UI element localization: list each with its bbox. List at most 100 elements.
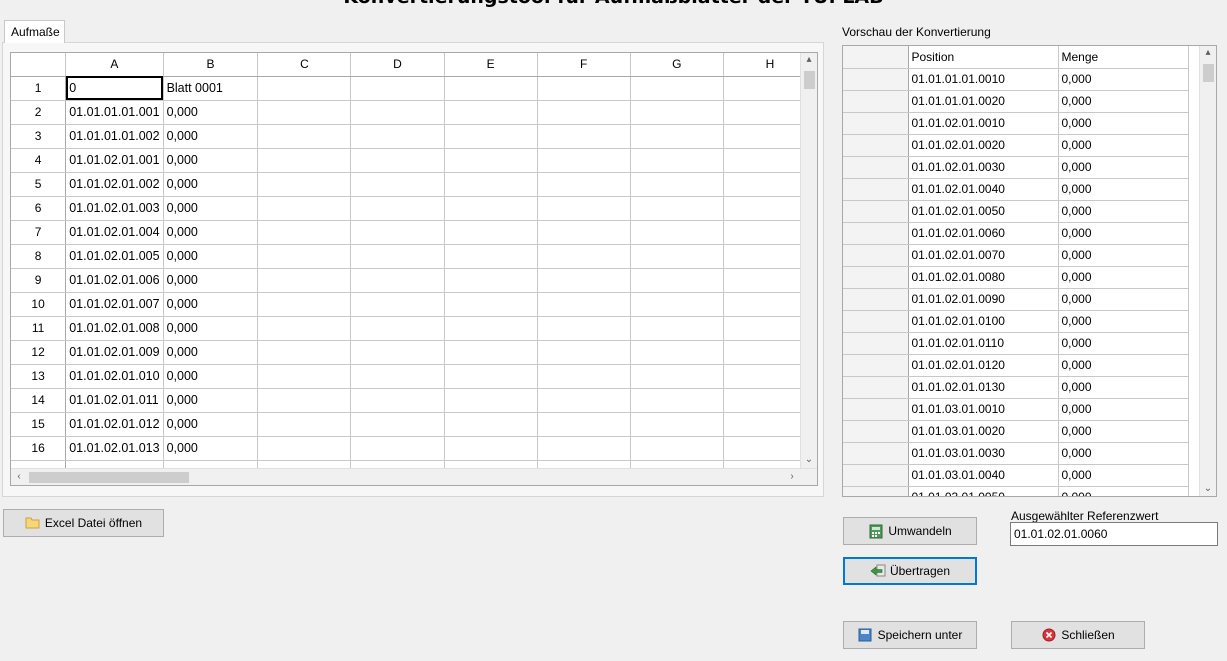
cell-menge[interactable]: 0,000 <box>1058 134 1189 157</box>
row-header[interactable] <box>843 112 909 135</box>
cell-empty[interactable] <box>537 124 631 149</box>
cell-b[interactable]: 0,000 <box>163 292 259 317</box>
cell-menge[interactable]: 0,000 <box>1058 288 1189 311</box>
corner-cell[interactable] <box>843 46 909 69</box>
cell-empty[interactable] <box>537 436 631 461</box>
cell-a[interactable]: 01.01.02.01.004 <box>65 220 164 245</box>
row-header[interactable] <box>843 266 909 289</box>
cell-b[interactable]: 0,000 <box>163 124 259 149</box>
cell-empty[interactable] <box>537 388 631 413</box>
row-header[interactable]: 1 <box>11 76 67 101</box>
column-header-g[interactable]: G <box>630 53 724 77</box>
cell-position[interactable]: 01.01.03.01.0040 <box>908 464 1059 487</box>
row-header[interactable] <box>843 156 909 179</box>
cell-empty[interactable] <box>350 220 445 245</box>
cell-empty[interactable] <box>444 436 538 461</box>
cell-b[interactable]: 0,000 <box>163 412 259 437</box>
cell-empty[interactable] <box>350 388 445 413</box>
cell-empty[interactable] <box>257 292 352 317</box>
cell-menge[interactable]: 0,000 <box>1058 442 1189 465</box>
row-header[interactable] <box>843 332 909 355</box>
cell-empty[interactable] <box>537 172 631 197</box>
open-excel-button[interactable]: Excel Datei öffnen <box>3 509 164 537</box>
row-header[interactable] <box>843 442 909 465</box>
cell-empty[interactable] <box>257 244 352 269</box>
corner-cell[interactable] <box>11 53 67 77</box>
cell-a[interactable]: 01.01.02.01.006 <box>65 268 164 293</box>
cell-a[interactable]: 01.01.02.01.005 <box>65 244 164 269</box>
table-row[interactable]: 01.01.03.01.0030 0,000 <box>843 442 1189 465</box>
cell-empty[interactable] <box>630 292 724 317</box>
cell-empty[interactable] <box>630 148 724 173</box>
cell-empty[interactable] <box>537 364 631 389</box>
spreadsheet-grid[interactable]: ABCDEFGH 1 0 Blatt 0001 2 01.01.01.01.001 0,0… <box>10 52 818 486</box>
cell-b[interactable]: 0,000 <box>163 100 259 125</box>
cell-menge[interactable]: 0,000 <box>1058 354 1189 377</box>
row-header[interactable]: 12 <box>11 340 67 365</box>
chevron-up-icon[interactable]: ▴ <box>1201 46 1215 60</box>
scroll-thumb[interactable] <box>1203 64 1214 82</box>
cell-b[interactable]: 0,000 <box>163 268 259 293</box>
cell-menge[interactable]: 0,000 <box>1058 112 1189 135</box>
reference-value-field[interactable] <box>1010 522 1218 546</box>
table-row[interactable]: 01.01.02.01.0010 0,000 <box>843 112 1189 135</box>
cell-position[interactable]: 01.01.03.01.0010 <box>908 398 1059 421</box>
cell-empty[interactable] <box>630 172 724 197</box>
cell-empty[interactable] <box>257 76 352 101</box>
cell-empty[interactable] <box>257 340 352 365</box>
cell-empty[interactable] <box>630 196 724 221</box>
cell-b[interactable]: 0,000 <box>163 436 259 461</box>
table-row[interactable]: 01.01.02.01.0080 0,000 <box>843 266 1189 289</box>
cell-empty[interactable] <box>630 76 724 101</box>
row-header[interactable]: 14 <box>11 388 67 413</box>
cell-position[interactable]: 01.01.02.01.0050 <box>908 200 1059 223</box>
cell-position[interactable]: 01.01.02.01.0040 <box>908 178 1059 201</box>
row-header[interactable] <box>843 376 909 399</box>
cell-menge[interactable]: 0,000 <box>1058 222 1189 245</box>
row-header[interactable] <box>843 134 909 157</box>
cell-empty[interactable] <box>630 412 724 437</box>
row-header[interactable]: 10 <box>11 292 67 317</box>
cell-a[interactable]: 01.01.02.01.007 <box>65 292 164 317</box>
cell-empty[interactable] <box>630 388 724 413</box>
cell-b[interactable]: 0,000 <box>163 244 259 269</box>
cell-a[interactable]: 01.01.02.01.001 <box>65 148 164 173</box>
row-header[interactable] <box>843 398 909 421</box>
cell-empty[interactable] <box>630 124 724 149</box>
table-row[interactable]: 01.01.03.01.0010 0,000 <box>843 398 1189 421</box>
cell-menge[interactable]: 0,000 <box>1058 90 1189 113</box>
preview-table[interactable]: Position Menge 01.01.01.01.0010 0,000 01.0… <box>842 45 1217 497</box>
row-header[interactable] <box>843 310 909 333</box>
cell-menge[interactable]: 0,000 <box>1058 156 1189 179</box>
cell-empty[interactable] <box>537 220 631 245</box>
cell-empty[interactable] <box>257 316 352 341</box>
cell-empty[interactable] <box>257 148 352 173</box>
row-header[interactable] <box>843 222 909 245</box>
row-header[interactable]: 6 <box>11 196 67 221</box>
table-row[interactable]: 01.01.02.01.0030 0,000 <box>843 156 1189 179</box>
cell-empty[interactable] <box>257 436 352 461</box>
cell-b[interactable]: 0,000 <box>163 172 259 197</box>
column-header-position[interactable]: Position <box>908 46 1059 69</box>
cell-a[interactable]: 01.01.02.01.002 <box>65 172 164 197</box>
cell-position[interactable]: 01.01.02.01.0080 <box>908 266 1059 289</box>
cell-empty[interactable] <box>537 292 631 317</box>
cell-empty[interactable] <box>537 244 631 269</box>
cell-empty[interactable] <box>537 340 631 365</box>
cell-empty[interactable] <box>257 196 352 221</box>
table-row[interactable]: 01.01.02.01.0050 0,000 <box>843 200 1189 223</box>
cell-menge[interactable]: 0,000 <box>1058 376 1189 399</box>
table-row[interactable]: 01.01.02.01.0110 0,000 <box>843 332 1189 355</box>
row-header[interactable]: 4 <box>11 148 67 173</box>
save-as-button[interactable]: Speichern unter <box>843 621 977 649</box>
table-row[interactable]: 01.01.03.01.0020 0,000 <box>843 420 1189 443</box>
cell-a[interactable]: 01.01.02.01.010 <box>65 364 164 389</box>
row-header[interactable] <box>843 486 909 496</box>
row-header[interactable]: 16 <box>11 436 67 461</box>
cell-b[interactable]: 0,000 <box>163 220 259 245</box>
row-header[interactable]: 13 <box>11 364 67 389</box>
cell-empty[interactable] <box>257 412 352 437</box>
table-row[interactable]: 01.01.02.01.0130 0,000 <box>843 376 1189 399</box>
cell-a[interactable]: 01.01.01.01.002 <box>65 124 164 149</box>
cell-empty[interactable] <box>350 124 445 149</box>
